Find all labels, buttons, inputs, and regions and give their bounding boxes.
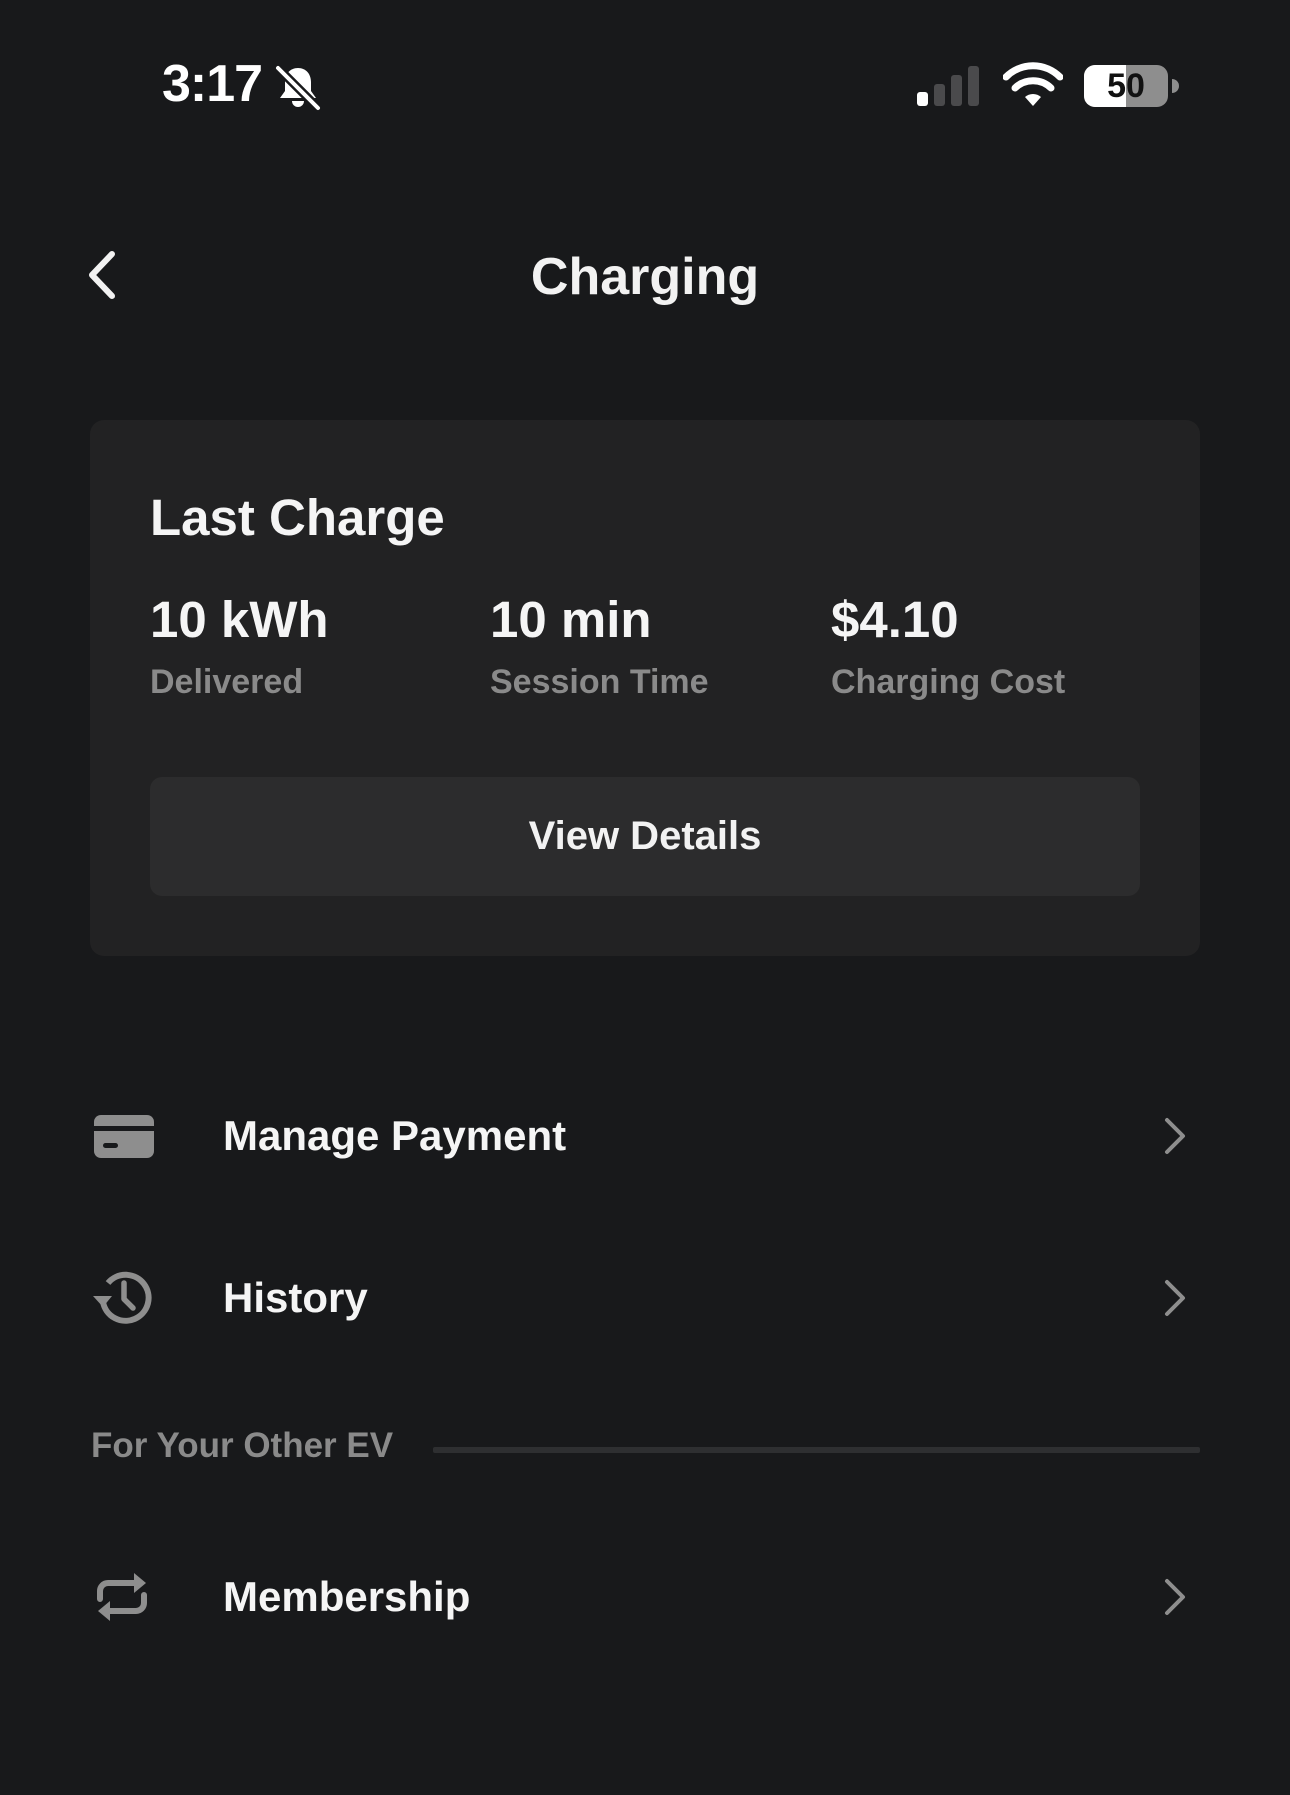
- credit-card-icon: [94, 1115, 154, 1158]
- section-header-other-ev: For Your Other EV: [91, 1426, 394, 1465]
- stat-label: Charging Cost: [831, 663, 1066, 701]
- menu-item-label: History: [223, 1274, 368, 1321]
- wifi-icon: [1003, 62, 1063, 106]
- stat-value: $4.10: [831, 591, 959, 648]
- bell-slash-icon: [274, 64, 322, 112]
- status-time: 3:17: [162, 55, 263, 113]
- repeat-arrows-icon: [97, 1573, 147, 1621]
- chevron-right-icon: [1165, 1280, 1185, 1316]
- battery-icon: 50: [1083, 63, 1179, 109]
- section-divider: [433, 1447, 1200, 1453]
- menu-item-history[interactable]: History: [90, 1243, 1200, 1353]
- history-clock-icon: [93, 1271, 152, 1324]
- chevron-right-icon: [1165, 1118, 1185, 1154]
- stat-label: Session Time: [490, 663, 709, 701]
- menu-item-manage-payment[interactable]: Manage Payment: [90, 1081, 1200, 1191]
- last-charge-card: Last Charge 10 kWh Delivered 10 min Sess…: [90, 420, 1200, 956]
- chevron-right-icon: [1165, 1579, 1185, 1615]
- battery-percent: 50: [1107, 67, 1145, 105]
- card-title: Last Charge: [150, 489, 445, 546]
- menu-item-label: Membership: [223, 1573, 471, 1620]
- stat-value: 10 min: [490, 591, 652, 648]
- view-details-button[interactable]: View Details: [150, 777, 1140, 896]
- stat-delivered: 10 kWh Delivered: [150, 590, 329, 702]
- stat-session-time: 10 min Session Time: [490, 590, 709, 702]
- stat-charging-cost: $4.10 Charging Cost: [831, 590, 1065, 702]
- menu-item-label: Manage Payment: [223, 1112, 567, 1159]
- stat-value: 10 kWh: [150, 591, 329, 648]
- menu-item-membership[interactable]: Membership: [90, 1542, 1200, 1652]
- stat-label: Delivered: [150, 663, 304, 701]
- page-title: Charging: [530, 248, 760, 306]
- cellular-signal-icon: [917, 66, 979, 106]
